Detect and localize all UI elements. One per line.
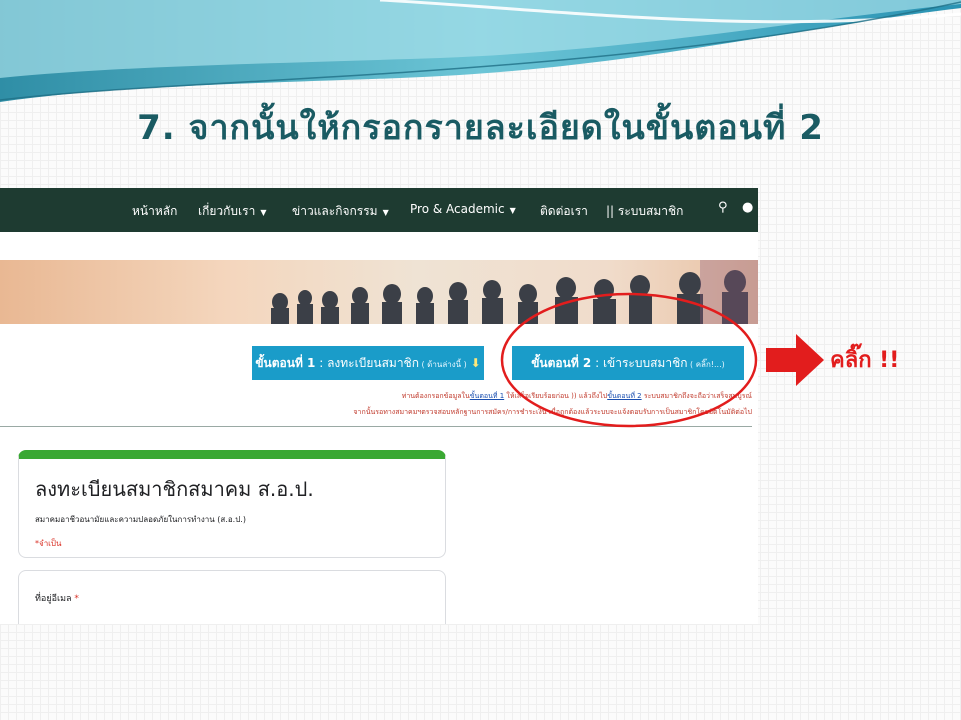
right-arrow-icon xyxy=(766,334,824,386)
email-field-label: ที่อยู่อีเมล * xyxy=(35,594,79,604)
decorative-wave-header xyxy=(0,0,961,102)
search-icon[interactable]: ⚲ xyxy=(718,200,728,215)
nav-item-pro-academic[interactable]: Pro & Academic ▼ xyxy=(410,202,516,216)
nav-item-news[interactable]: ข่าวและกิจกรรม ▼ xyxy=(292,202,389,221)
main-navbar: หน้าหลัก เกี่ยวกับเรา ▼ ข่าวและกิจกรรม ▼ P… xyxy=(0,188,758,232)
nav-item-contact[interactable]: ติดต่อเรา xyxy=(540,202,588,221)
email-field-card[interactable]: ที่อยู่อีเมล * xyxy=(18,570,446,624)
form-header-card: ลงทะเบียนสมาชิกสมาคม ส.อ.ป. สมาคมอาชีวอน… xyxy=(18,450,446,558)
form-title: ลงทะเบียนสมาชิกสมาคม ส.อ.ป. xyxy=(35,477,314,501)
chevron-down-icon: ▼ xyxy=(509,206,516,215)
required-note: *จำเป็น xyxy=(35,539,62,548)
nav-item-member-system[interactable]: || ระบบสมาชิก xyxy=(606,202,683,221)
step1-register-button[interactable]: ขั้นตอนที่ 1 : ลงทะเบียนสมาชิก ( ด้านล่า… xyxy=(252,346,484,380)
nav-item-home[interactable]: หน้าหลัก xyxy=(132,202,177,221)
click-callout-label: คลิ๊ก !! xyxy=(830,348,900,373)
nav-item-about[interactable]: เกี่ยวกับเรา ▼ xyxy=(198,202,266,221)
highlight-ellipse xyxy=(500,292,758,428)
arrow-down-icon: ⬇ xyxy=(466,356,481,370)
slide-title: 7. จากนั้นให้กรอกรายละเอียดในขั้นตอนที่ … xyxy=(137,108,824,148)
form-description: สมาคมอาชีวอนามัยและความปลอดภัยในการทำงาน… xyxy=(35,515,246,524)
user-icon[interactable]: ● xyxy=(742,200,753,215)
chevron-down-icon: ▼ xyxy=(382,208,389,217)
chevron-down-icon: ▼ xyxy=(260,208,267,217)
